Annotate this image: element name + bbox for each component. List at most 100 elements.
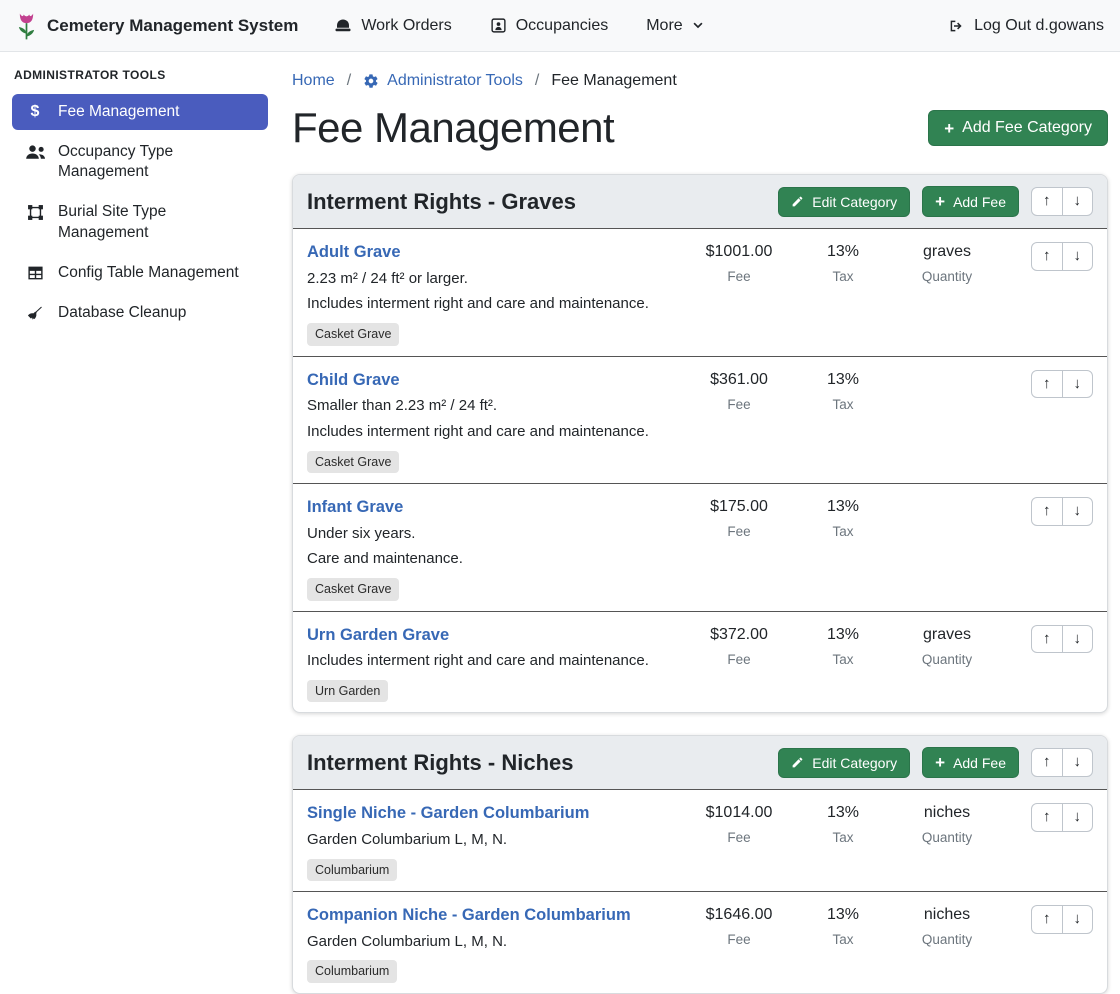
fee-tax-cell: 13% Tax	[799, 370, 887, 412]
move-category-down-button[interactable]: ↓	[1062, 748, 1094, 777]
move-fee-up-button[interactable]: ↑	[1031, 497, 1063, 526]
plus-icon: +	[935, 193, 945, 210]
category-reorder-group: ↑ ↓	[1031, 748, 1093, 777]
nav-work-orders[interactable]: Work Orders	[334, 17, 451, 35]
add-fee-category-button[interactable]: + Add Fee Category	[928, 110, 1108, 146]
edit-category-button[interactable]: Edit Category	[778, 748, 910, 778]
arrow-up-icon: ↑	[1043, 808, 1051, 825]
fee-reorder-group: ↑ ↓	[1031, 370, 1093, 399]
move-fee-down-button[interactable]: ↓	[1062, 625, 1094, 654]
fee-name-link[interactable]: Infant Grave	[307, 497, 403, 518]
sidebar-item-label: Occupancy Type Management	[58, 142, 256, 182]
sidebar-item-label: Config Table Management	[58, 263, 239, 283]
category-actions: Edit Category + Add Fee ↑ ↓	[778, 186, 1093, 217]
breadcrumb-home[interactable]: Home	[292, 72, 335, 90]
nav-work-orders-label: Work Orders	[361, 17, 451, 35]
arrow-down-icon: ↓	[1074, 630, 1082, 647]
gear-icon	[363, 73, 379, 89]
brand-title: Cemetery Management System	[47, 16, 298, 36]
arrow-down-icon: ↓	[1074, 808, 1082, 825]
sidebar-nav: $ Fee Management Occupancy Type Manageme…	[12, 94, 268, 331]
sidebar-item-occupancy-type-management[interactable]: Occupancy Type Management	[12, 134, 268, 190]
fee-description: Under six years.	[307, 525, 679, 544]
fee-descriptions: Includes interment right and care and ma…	[307, 652, 679, 671]
sidebar-item-fee-management[interactable]: $ Fee Management	[12, 94, 268, 130]
add-fee-button[interactable]: + Add Fee	[922, 747, 1019, 778]
sidebar: ADMINISTRATOR TOOLS $ Fee Management Occ…	[0, 52, 280, 335]
category-body: Adult Grave 2.23 m² / 24 ft² or larger. I…	[293, 229, 1107, 712]
arrow-up-icon: ↑	[1043, 192, 1051, 209]
move-category-down-button[interactable]: ↓	[1062, 187, 1094, 216]
fee-tax-cell: 13% Tax	[799, 905, 887, 947]
edit-category-button[interactable]: Edit Category	[778, 187, 910, 217]
fee-name-link[interactable]: Single Niche - Garden Columbarium	[307, 803, 589, 824]
fee-quantity-cell: graves Quantity	[887, 625, 1007, 667]
title-row: Fee Management + Add Fee Category	[292, 104, 1108, 152]
fee-name-link[interactable]: Child Grave	[307, 370, 400, 391]
fee-type-badge: Casket Grave	[307, 323, 399, 345]
arrow-up-icon: ↑	[1043, 247, 1051, 264]
breadcrumb-separator: /	[347, 72, 351, 90]
sidebar-item-database-cleanup[interactable]: Database Cleanup	[12, 295, 268, 331]
fee-reorder-cell: ↑ ↓	[1007, 803, 1093, 832]
fee-reorder-group: ↑ ↓	[1031, 625, 1093, 654]
sidebar-item-config-table-management[interactable]: Config Table Management	[12, 255, 268, 291]
fee-tax-label: Tax	[799, 932, 887, 947]
fee-row: Single Niche - Garden Columbarium Garden…	[293, 790, 1107, 891]
top-navbar: Cemetery Management System Work Orders O…	[0, 0, 1120, 52]
fee-reorder-group: ↑ ↓	[1031, 242, 1093, 271]
brand-link[interactable]: Cemetery Management System	[16, 11, 298, 41]
fee-quantity: graves	[887, 243, 1007, 261]
nav-more[interactable]: More	[646, 17, 703, 35]
fee-tax-cell: 13% Tax	[799, 242, 887, 284]
fee-amount-cell: $175.00 Fee	[679, 497, 799, 539]
move-fee-up-button[interactable]: ↑	[1031, 370, 1063, 399]
sidebar-item-burial-site-type-management[interactable]: Burial Site Type Management	[12, 194, 268, 250]
arrow-down-icon: ↓	[1074, 910, 1082, 927]
arrow-up-icon: ↑	[1043, 753, 1051, 770]
move-fee-down-button[interactable]: ↓	[1062, 242, 1094, 271]
category-reorder-group: ↑ ↓	[1031, 187, 1093, 216]
fee-tax-label: Tax	[799, 269, 887, 284]
move-fee-down-button[interactable]: ↓	[1062, 370, 1094, 399]
fee-name-link[interactable]: Companion Niche - Garden Columbarium	[307, 905, 631, 926]
move-fee-up-button[interactable]: ↑	[1031, 803, 1063, 832]
fee-tax-cell: 13% Tax	[799, 497, 887, 539]
logout-label: Log Out d.gowans	[974, 17, 1104, 35]
fee-amount-cell: $361.00 Fee	[679, 370, 799, 412]
fee-tax: 13%	[799, 498, 887, 516]
fee-amount-label: Fee	[679, 397, 799, 412]
fee-name-link[interactable]: Adult Grave	[307, 242, 401, 263]
fee-reorder-cell: ↑ ↓	[1007, 370, 1093, 399]
move-category-up-button[interactable]: ↑	[1031, 187, 1063, 216]
logout-link[interactable]: Log Out d.gowans	[947, 17, 1104, 35]
breadcrumb-administrator-tools[interactable]: Administrator Tools	[363, 72, 523, 90]
fee-tax-label: Tax	[799, 652, 887, 667]
fee-type-badge: Columbarium	[307, 960, 397, 982]
fee-quantity: niches	[887, 804, 1007, 822]
fee-tax: 13%	[799, 906, 887, 924]
move-fee-down-button[interactable]: ↓	[1062, 803, 1094, 832]
fee-descriptions: Under six years.Care and maintenance.	[307, 525, 679, 570]
move-fee-up-button[interactable]: ↑	[1031, 905, 1063, 934]
fee-tax-label: Tax	[799, 830, 887, 845]
plus-icon: +	[935, 754, 945, 771]
fee-name-link[interactable]: Urn Garden Grave	[307, 625, 449, 646]
fee-quantity: niches	[887, 906, 1007, 924]
pencil-icon	[791, 756, 804, 769]
nav-occupancies[interactable]: Occupancies	[490, 17, 609, 35]
fee-description: 2.23 m² / 24 ft² or larger.	[307, 270, 679, 289]
move-fee-up-button[interactable]: ↑	[1031, 242, 1063, 271]
hard-hat-icon	[334, 17, 352, 34]
move-fee-down-button[interactable]: ↓	[1062, 905, 1094, 934]
move-fee-down-button[interactable]: ↓	[1062, 497, 1094, 526]
fee-quantity-label: Quantity	[887, 269, 1007, 284]
fee-reorder-cell: ↑ ↓	[1007, 905, 1093, 934]
add-fee-button[interactable]: + Add Fee	[922, 186, 1019, 217]
move-fee-up-button[interactable]: ↑	[1031, 625, 1063, 654]
fee-quantity-label: Quantity	[887, 830, 1007, 845]
move-category-up-button[interactable]: ↑	[1031, 748, 1063, 777]
fee-reorder-group: ↑ ↓	[1031, 497, 1093, 526]
fee-amount-label: Fee	[679, 830, 799, 845]
fee-reorder-group: ↑ ↓	[1031, 905, 1093, 934]
